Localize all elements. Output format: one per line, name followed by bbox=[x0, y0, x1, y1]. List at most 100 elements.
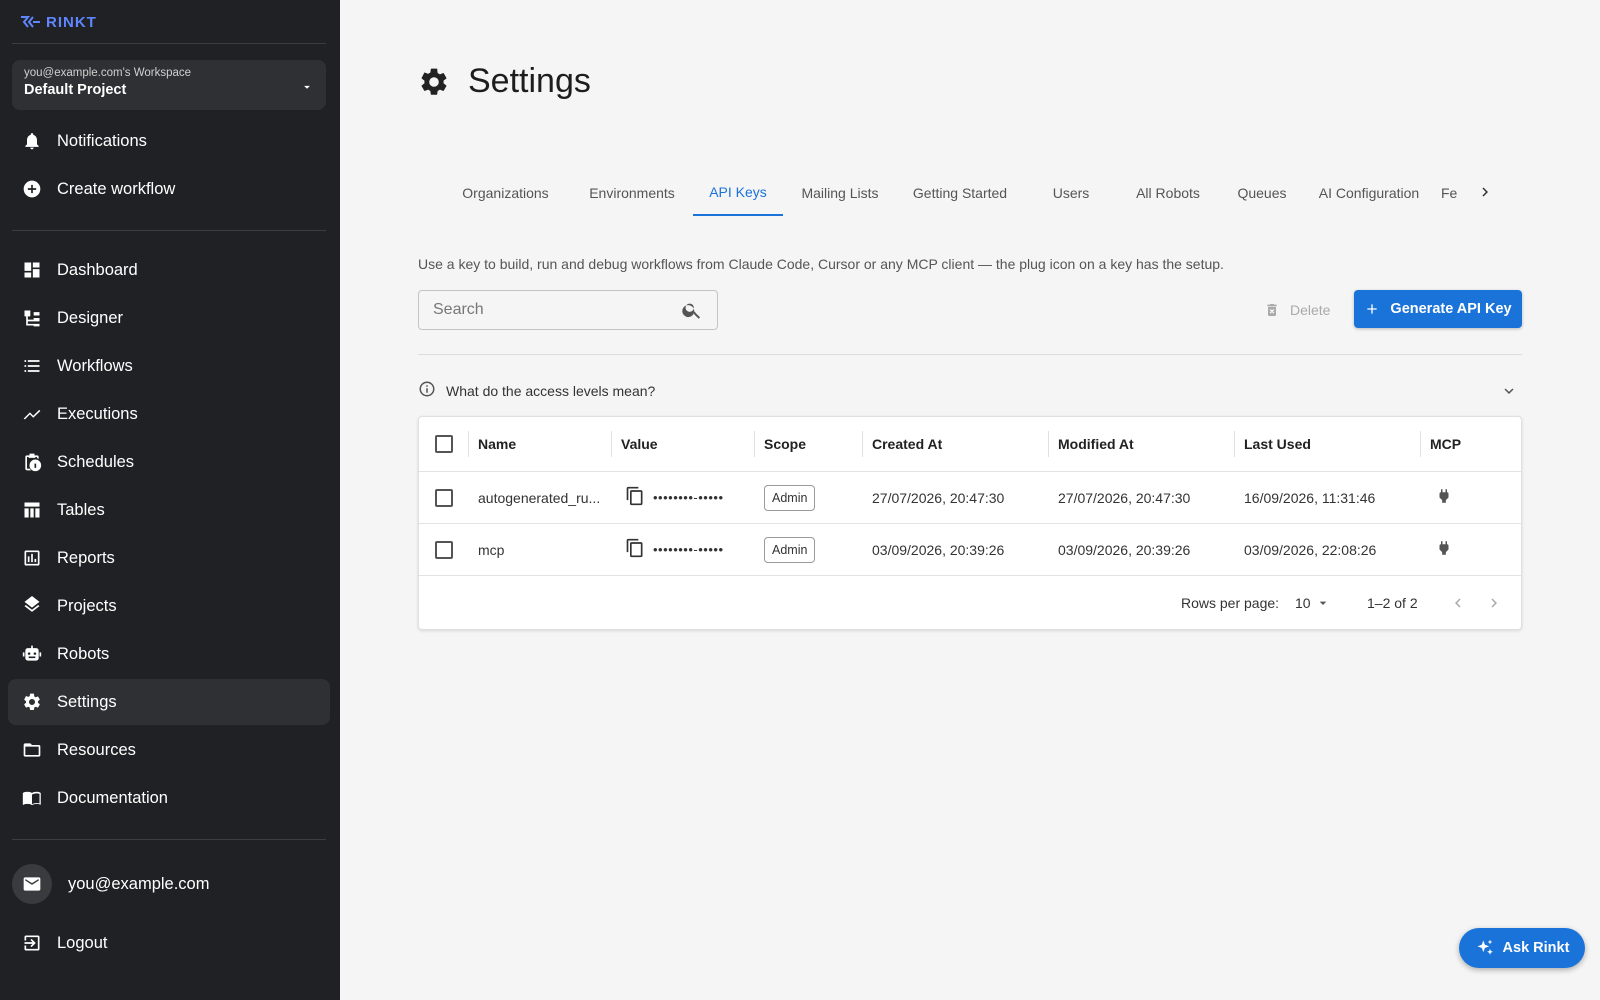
logo-mark-icon bbox=[21, 16, 40, 28]
tab-organizations[interactable]: Organizations bbox=[440, 170, 571, 216]
tab-mailing-lists[interactable]: Mailing Lists bbox=[783, 170, 897, 216]
logo[interactable]: RINKT bbox=[20, 13, 97, 31]
column-separator bbox=[1234, 431, 1235, 457]
sidebar-item-projects[interactable]: Projects bbox=[8, 583, 330, 629]
sidebar-item-executions[interactable]: Executions bbox=[8, 391, 330, 437]
robot-icon bbox=[22, 644, 42, 664]
sidebar-item-reports[interactable]: Reports bbox=[8, 535, 330, 581]
sidebar-item-tables[interactable]: Tables bbox=[8, 487, 330, 533]
logout-button[interactable]: Logout bbox=[8, 920, 330, 966]
search-field[interactable] bbox=[418, 290, 718, 330]
sidebar-item-resources[interactable]: Resources bbox=[8, 727, 330, 773]
mail-icon bbox=[23, 877, 41, 891]
add-circle-icon bbox=[22, 179, 42, 199]
tab-getting-started[interactable]: Getting Started bbox=[897, 170, 1023, 216]
key-value-cell: ••••••••-••••• bbox=[625, 524, 755, 575]
divider bbox=[12, 43, 326, 44]
designer-icon bbox=[22, 308, 42, 328]
tab-all-robots[interactable]: All Robots bbox=[1119, 170, 1217, 216]
scope-badge: Admin bbox=[764, 536, 816, 563]
mcp-cell bbox=[1435, 524, 1465, 575]
user-account[interactable]: you@example.com bbox=[12, 864, 326, 904]
column-header-mcp[interactable]: MCP bbox=[1430, 417, 1490, 471]
avatar bbox=[12, 864, 52, 904]
table-row[interactable]: autogenerated_ru... ••••••••-••••• Admin… bbox=[419, 472, 1521, 524]
last-used: 16/09/2026, 11:31:46 bbox=[1244, 489, 1376, 506]
sidebar-item-documentation[interactable]: Documentation bbox=[8, 775, 330, 821]
chevron-down-icon bbox=[304, 85, 310, 89]
copy-icon[interactable] bbox=[625, 538, 645, 561]
previous-page-button[interactable] bbox=[1445, 590, 1471, 616]
scope-cell: Admin bbox=[764, 524, 862, 575]
copy-icon[interactable] bbox=[625, 486, 645, 509]
tab-environments[interactable]: Environments bbox=[571, 170, 693, 216]
chevron-right-icon bbox=[1491, 598, 1497, 608]
next-page-button[interactable] bbox=[1481, 590, 1507, 616]
plug-icon[interactable] bbox=[1435, 539, 1453, 560]
api-keys-description: Use a key to build, run and debug workfl… bbox=[418, 256, 1224, 272]
settings-tabs: Organizations Environments API Keys Mail… bbox=[440, 170, 1471, 216]
schedule-icon bbox=[22, 452, 42, 472]
row-select-cell bbox=[435, 524, 459, 575]
rows-per-page-value: 10 bbox=[1295, 595, 1311, 611]
row-checkbox[interactable] bbox=[435, 488, 453, 507]
search-input[interactable] bbox=[433, 301, 681, 319]
sidebar-item-label: Documentation bbox=[57, 788, 168, 807]
sidebar-item-dashboard[interactable]: Dashboard bbox=[8, 247, 330, 293]
select-all-cell bbox=[435, 417, 459, 471]
tab-api-keys[interactable]: API Keys bbox=[693, 170, 783, 216]
column-header-created-at[interactable]: Created At bbox=[872, 417, 1048, 471]
tab-queues[interactable]: Queues bbox=[1217, 170, 1307, 216]
gear-icon bbox=[22, 692, 42, 712]
api-keys-table: Name Value Scope Created At Modified At … bbox=[418, 416, 1522, 630]
sidebar-item-settings[interactable]: Settings bbox=[8, 679, 330, 725]
column-separator bbox=[754, 431, 755, 457]
pagination-range: 1–2 of 2 bbox=[1367, 595, 1418, 611]
sidebar-item-workflows[interactable]: Workflows bbox=[8, 343, 330, 389]
layers-icon bbox=[22, 596, 42, 616]
last-used: 03/09/2026, 22:08:26 bbox=[1244, 541, 1377, 558]
ask-rinkt-button[interactable]: Ask Rinkt bbox=[1459, 928, 1585, 968]
logo-text: RINKT bbox=[46, 13, 97, 31]
modified-at: 27/07/2026, 20:47:30 bbox=[1058, 489, 1191, 506]
sidebar-item-schedules[interactable]: Schedules bbox=[8, 439, 330, 485]
tab-users[interactable]: Users bbox=[1023, 170, 1119, 216]
sidebar-item-label: Create workflow bbox=[57, 179, 176, 198]
generate-api-key-button[interactable]: Generate API Key bbox=[1354, 290, 1522, 328]
key-name: mcp bbox=[478, 541, 505, 558]
table-row[interactable]: mcp ••••••••-••••• Admin 03/09/2026, 20:… bbox=[419, 524, 1521, 576]
column-header-scope[interactable]: Scope bbox=[764, 417, 862, 471]
column-header-modified-at[interactable]: Modified At bbox=[1058, 417, 1234, 471]
created-at: 03/09/2026, 20:39:26 bbox=[872, 541, 1005, 558]
sidebar-item-label: Reports bbox=[57, 548, 115, 567]
sidebar-item-designer[interactable]: Designer bbox=[8, 295, 330, 341]
column-header-value[interactable]: Value bbox=[621, 417, 751, 471]
sidebar-item-robots[interactable]: Robots bbox=[8, 631, 330, 677]
column-header-last-used[interactable]: Last Used bbox=[1244, 417, 1420, 471]
rows-per-page-select[interactable]: 10 bbox=[1295, 595, 1331, 611]
select-all-checkbox[interactable] bbox=[435, 435, 453, 453]
delete-button[interactable]: Delete bbox=[1264, 292, 1330, 328]
plus-icon bbox=[1367, 304, 1378, 314]
workspace-selector[interactable]: you@example.com's Workspace Default Proj… bbox=[12, 60, 326, 110]
plug-icon[interactable] bbox=[1435, 487, 1453, 508]
sidebar-item-notifications[interactable]: Notifications bbox=[8, 118, 330, 164]
chevron-left-icon bbox=[1455, 598, 1461, 608]
divider bbox=[12, 839, 326, 840]
rows-per-page-label: Rows per page: bbox=[1181, 595, 1280, 611]
column-header-name[interactable]: Name bbox=[478, 417, 608, 471]
ask-rinkt-label: Ask Rinkt bbox=[1502, 940, 1570, 956]
tabs-scroll-right-button[interactable] bbox=[1473, 180, 1497, 204]
tab-fe[interactable]: Fe bbox=[1431, 170, 1471, 216]
table-icon bbox=[22, 500, 42, 520]
sidebar-item-create-workflow[interactable]: Create workflow bbox=[8, 166, 330, 212]
scope-badge: Admin bbox=[764, 484, 816, 511]
key-value-cell: ••••••••-••••• bbox=[625, 472, 755, 523]
divider bbox=[418, 354, 1522, 355]
list-icon bbox=[22, 356, 42, 376]
row-checkbox[interactable] bbox=[435, 540, 453, 559]
access-levels-accordion[interactable]: What do the access levels mean? bbox=[418, 378, 1522, 404]
mcp-cell bbox=[1435, 472, 1465, 523]
tab-ai-configuration[interactable]: AI Configuration bbox=[1307, 170, 1431, 216]
access-levels-label: What do the access levels mean? bbox=[446, 383, 656, 399]
